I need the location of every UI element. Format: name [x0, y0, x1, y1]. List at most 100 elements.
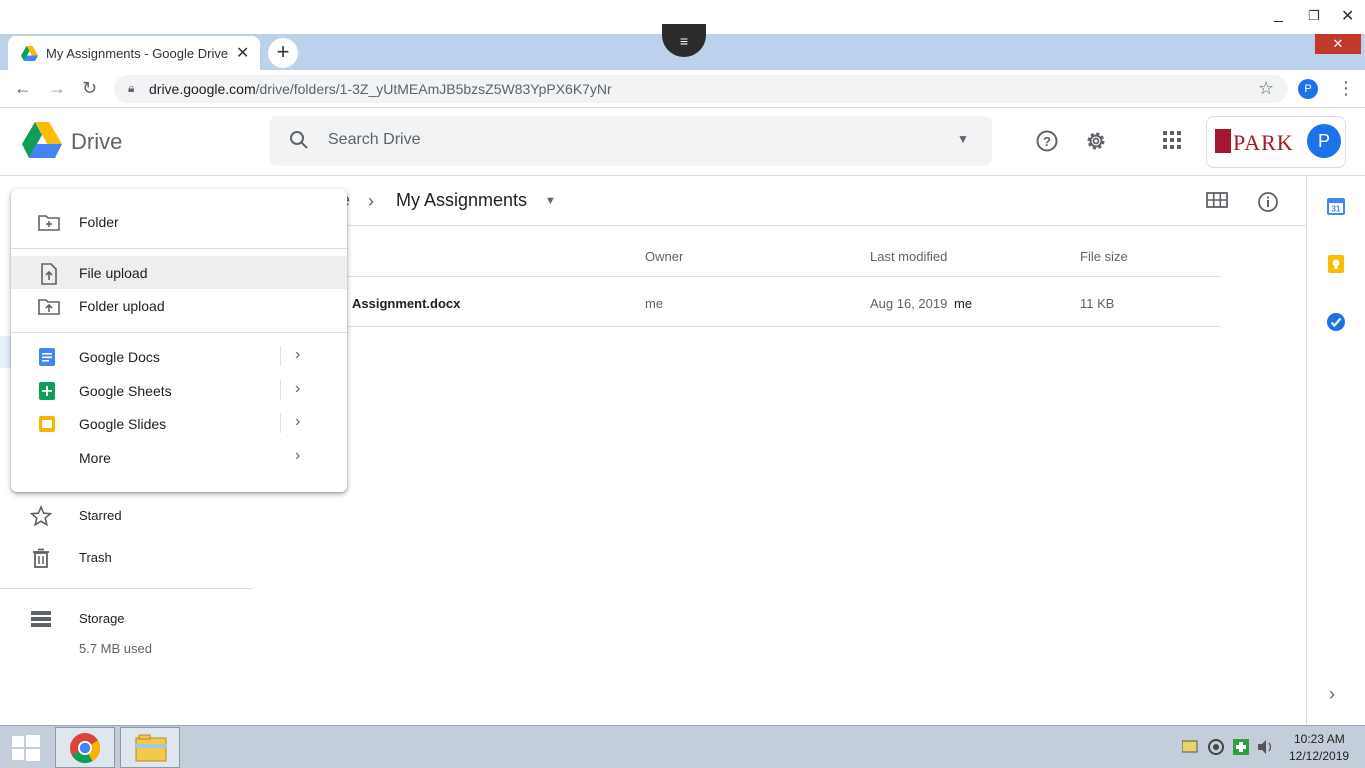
- search-icon[interactable]: [289, 130, 309, 150]
- menu-item-more[interactable]: More ›: [11, 441, 347, 474]
- menu-label-google-docs: Google Docs: [79, 349, 160, 365]
- account-avatar[interactable]: P: [1307, 124, 1341, 158]
- apps-grid-icon[interactable]: [1162, 130, 1182, 150]
- taskbar-chrome-button[interactable]: [55, 727, 115, 768]
- nav-item-trash[interactable]: Trash: [0, 538, 252, 578]
- taskbar-file-explorer-button[interactable]: [120, 727, 180, 768]
- star-icon: [30, 505, 52, 527]
- browser-tab[interactable]: My Assignments - Google Drive ✕: [8, 36, 260, 70]
- svg-text:31: 31: [1332, 205, 1341, 214]
- window-close-button[interactable]: ✕: [1315, 34, 1361, 54]
- drive-app-name[interactable]: Drive: [71, 129, 122, 155]
- slides-icon: [39, 416, 55, 432]
- tasks-icon[interactable]: [1326, 312, 1346, 332]
- menu-item-folder[interactable]: Folder: [11, 205, 347, 238]
- browser-toolbar: ← → ↻ 🔒︎ drive.google.com/drive/folders/…: [0, 70, 1365, 108]
- svg-text:?: ?: [1043, 134, 1051, 149]
- menu-label-folder-upload: Folder upload: [79, 298, 165, 314]
- back-arrow-icon[interactable]: ←: [14, 78, 32, 99]
- chevron-right-icon[interactable]: ›: [295, 380, 300, 398]
- menu-item-google-docs[interactable]: Google Docs ›: [11, 340, 347, 373]
- storage-icon: [31, 611, 51, 627]
- file-name[interactable]: Assignment.docx: [352, 296, 460, 311]
- clock-time[interactable]: 10:23 AM: [1294, 732, 1345, 746]
- organization-name: PARK: [1233, 130, 1294, 155]
- info-icon[interactable]: [1257, 191, 1279, 213]
- calendar-icon[interactable]: 31: [1326, 196, 1346, 216]
- url-path: /drive/folders/1-3Z_yUtMEAmJB5bzsZ5W83Yp…: [255, 81, 612, 97]
- tab-close-button[interactable]: ✕: [236, 43, 249, 63]
- submenu-divider: [280, 413, 281, 433]
- organization-mark-icon: [1215, 129, 1231, 153]
- gear-icon[interactable]: [1084, 129, 1108, 153]
- new-tab-button[interactable]: +: [268, 38, 298, 68]
- nav-item-storage[interactable]: Storage: [0, 599, 252, 639]
- file-size: 11 KB: [1080, 296, 1115, 311]
- bookmark-star-icon[interactable]: ☆: [1258, 78, 1274, 99]
- side-panel-expand-icon[interactable]: ›: [1329, 684, 1335, 705]
- nav-item-starred[interactable]: Starred: [0, 496, 252, 536]
- drive-favicon-icon: [21, 46, 38, 61]
- grid-view-icon[interactable]: [1206, 192, 1228, 208]
- file-explorer-icon: [135, 734, 167, 762]
- column-header-owner[interactable]: Owner: [645, 249, 683, 264]
- menu-item-google-slides[interactable]: Google Slides ›: [11, 407, 347, 440]
- browser-profile-avatar[interactable]: P: [1298, 79, 1318, 99]
- docs-icon: [39, 348, 55, 366]
- menu-item-google-sheets[interactable]: Google Sheets ›: [11, 374, 347, 407]
- url-host: drive.google.com: [149, 81, 256, 97]
- tab-title: My Assignments - Google Drive: [46, 46, 229, 61]
- storage-used-text: 5.7 MB used: [79, 641, 152, 656]
- address-bar[interactable]: 🔒︎ drive.google.com/drive/folders/1-3Z_y…: [114, 75, 1288, 103]
- sheets-icon: [39, 382, 55, 400]
- toolbar-divider: [252, 225, 1306, 226]
- menu-separator: [11, 332, 347, 333]
- menu-label-more: More: [79, 450, 111, 466]
- search-options-dropdown-icon[interactable]: ▼: [957, 132, 969, 146]
- chevron-right-icon[interactable]: ›: [295, 413, 300, 431]
- menu-label-google-slides: Google Slides: [79, 416, 167, 432]
- windows-start-icon[interactable]: [12, 735, 40, 761]
- browser-menu-icon[interactable]: ⋮: [1337, 78, 1355, 99]
- new-item-menu: Folder File upload Folder upload Google …: [11, 189, 347, 492]
- outer-minimize-button[interactable]: _: [1274, 6, 1283, 24]
- file-upload-icon: [41, 263, 57, 285]
- forward-arrow-icon[interactable]: →: [48, 78, 66, 99]
- menu-label-folder: Folder: [79, 214, 119, 230]
- submenu-divider: [280, 346, 281, 366]
- search-placeholder: Search Drive: [328, 131, 421, 148]
- folder-title[interactable]: My Assignments: [396, 190, 527, 211]
- chrome-icon: [70, 733, 101, 764]
- reload-icon[interactable]: ↻: [82, 78, 97, 99]
- column-header-last-modified[interactable]: Last modified: [870, 249, 947, 264]
- chevron-right-icon[interactable]: ›: [295, 346, 300, 364]
- chevron-right-icon[interactable]: ›: [295, 447, 300, 465]
- nav-label-storage: Storage: [79, 611, 125, 626]
- outer-restore-button[interactable]: ❐: [1308, 8, 1320, 24]
- nav-label-starred: Starred: [79, 508, 122, 523]
- search-input[interactable]: Search Drive ▼: [269, 116, 992, 166]
- new-folder-icon: [38, 215, 60, 231]
- menu-label-google-sheets: Google Sheets: [79, 383, 172, 399]
- menu-item-folder-upload[interactable]: Folder upload: [11, 289, 347, 322]
- file-owner: me: [645, 296, 664, 311]
- file-modified-by: me: [954, 296, 973, 311]
- outer-close-button[interactable]: ✕: [1341, 6, 1354, 26]
- folder-menu-dropdown-icon[interactable]: ▼: [545, 195, 556, 207]
- menu-separator: [11, 248, 347, 249]
- breadcrumb-chevron-icon: ›: [368, 191, 374, 211]
- keep-icon[interactable]: [1326, 254, 1346, 274]
- clock-date[interactable]: 12/12/2019: [1289, 749, 1349, 763]
- system-tray-icons[interactable]: [1182, 738, 1278, 756]
- drive-header: Drive Search Drive ▼ ? PARK: [0, 108, 1365, 176]
- menu-item-file-upload[interactable]: File upload: [11, 256, 347, 289]
- drive-logo-icon[interactable]: [22, 122, 62, 158]
- help-icon[interactable]: ?: [1035, 129, 1059, 153]
- nav-divider: [0, 588, 252, 589]
- nav-label-trash: Trash: [79, 550, 112, 565]
- file-modified-date: Aug 16, 2019: [870, 296, 948, 311]
- taskbar: 10:23 AM 12/12/2019: [0, 725, 1365, 768]
- trash-icon: [33, 548, 49, 568]
- column-header-file-size[interactable]: File size: [1080, 249, 1128, 264]
- url-text: drive.google.com/drive/folders/1-3Z_yUtM…: [149, 81, 612, 97]
